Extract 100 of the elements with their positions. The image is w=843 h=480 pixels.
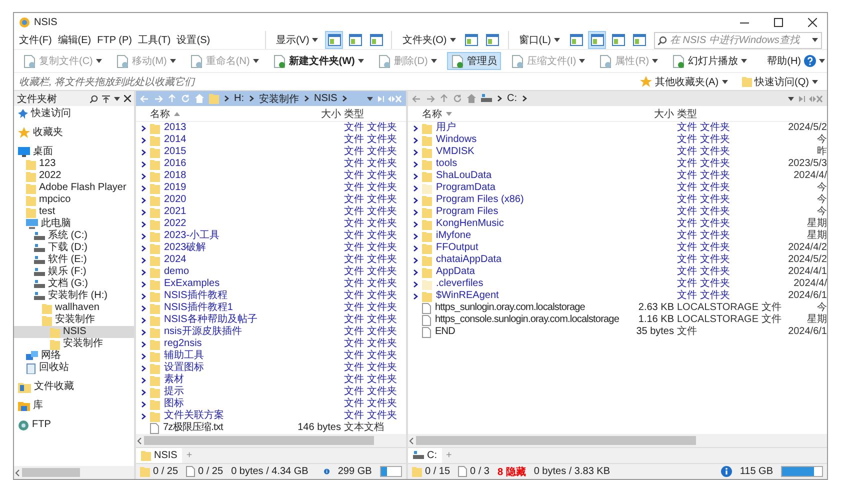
column-header[interactable]: 名称 bbox=[422, 106, 442, 120]
file-name[interactable]: Program Files bbox=[422, 206, 633, 218]
file-name[interactable]: 2015 bbox=[150, 146, 289, 158]
file-name[interactable]: NSIS各种帮助及帖子 bbox=[150, 314, 289, 326]
menu-item[interactable]: 工具(T) bbox=[138, 33, 171, 47]
file-name[interactable]: tools bbox=[422, 158, 633, 170]
tree-item[interactable]: 安装制作 (H:) bbox=[14, 290, 134, 302]
tree-item[interactable]: 安装制作 bbox=[14, 338, 134, 350]
layout-button[interactable] bbox=[630, 31, 648, 49]
tree-item[interactable]: 此电脑 bbox=[14, 218, 134, 230]
file-name[interactable]: 辅助工具 bbox=[150, 350, 289, 362]
tree-item[interactable]: Adobe Flash Player bbox=[14, 182, 134, 194]
tree-item[interactable]: 网络 bbox=[14, 350, 134, 362]
file-name[interactable]: 7z极限压缩.txt bbox=[150, 422, 289, 434]
view-menu[interactable]: 文件夹(O) bbox=[398, 31, 460, 49]
tree-item[interactable]: test bbox=[14, 206, 134, 218]
info-icon[interactable] bbox=[720, 466, 732, 477]
file-name[interactable]: reg2nsis bbox=[150, 338, 289, 350]
layout-button[interactable] bbox=[346, 31, 364, 49]
file-name[interactable]: 素材 bbox=[150, 374, 289, 386]
forward-icon[interactable] bbox=[426, 94, 435, 102]
column-header[interactable]: 大小 bbox=[633, 106, 677, 120]
file-name[interactable]: 2022 bbox=[150, 218, 289, 230]
menu-item[interactable]: 设置(S) bbox=[176, 33, 210, 47]
toolbar-button[interactable]: 幻灯片播放 bbox=[668, 52, 752, 70]
column-header[interactable]: 大小 bbox=[289, 106, 344, 120]
toolbar-button[interactable]: 管理员 bbox=[446, 52, 501, 70]
layout-button[interactable] bbox=[325, 31, 344, 49]
scrollbar-thumb[interactable] bbox=[144, 436, 374, 445]
menu-item[interactable]: 编辑(E) bbox=[58, 33, 92, 47]
file-name[interactable]: KongHenMusic bbox=[422, 218, 633, 230]
column-header[interactable]: 类型 bbox=[677, 106, 783, 120]
file-name[interactable]: https_sunlogin.oray.com.localstorage bbox=[422, 302, 633, 314]
info-icon[interactable] bbox=[324, 466, 330, 477]
file-name[interactable]: NSIS插件教程1 bbox=[150, 302, 289, 314]
scroll-left-icon[interactable] bbox=[408, 436, 416, 444]
tree-item[interactable]: 123 bbox=[14, 158, 134, 170]
back-icon[interactable] bbox=[412, 94, 421, 102]
file-name[interactable]: iMyfone bbox=[422, 230, 633, 242]
file-name[interactable]: Windows bbox=[422, 134, 633, 146]
file-name[interactable]: 2020 bbox=[150, 194, 289, 206]
tree-item[interactable]: 软件 (E:) bbox=[14, 254, 134, 266]
pane-tab[interactable]: NSIS bbox=[136, 448, 182, 463]
breadcrumb-item[interactable]: C: bbox=[507, 93, 517, 104]
tree-item[interactable]: 系统 (C:) bbox=[14, 230, 134, 242]
tree-item[interactable]: FTP bbox=[14, 419, 134, 431]
layout-button[interactable] bbox=[567, 31, 585, 49]
file-name[interactable]: 设置图标 bbox=[150, 362, 289, 374]
file-name[interactable]: FFOutput bbox=[422, 242, 633, 254]
file-name[interactable]: 2013 bbox=[150, 122, 289, 134]
file-name[interactable]: 2019 bbox=[150, 182, 289, 194]
file-name[interactable]: 2021 bbox=[150, 206, 289, 218]
favorites-menu[interactable]: 快速访问(Q) bbox=[738, 72, 822, 90]
tree-item[interactable]: 娱乐 (F:) bbox=[14, 266, 134, 278]
tree-item[interactable]: 收藏夹 bbox=[14, 127, 134, 139]
file-name[interactable]: .cleverfiles bbox=[422, 278, 633, 290]
file-name[interactable]: 2023破解 bbox=[150, 242, 289, 254]
layout-button[interactable] bbox=[367, 31, 386, 49]
tree-item[interactable]: NSIS bbox=[14, 326, 134, 338]
file-name[interactable]: Program Files (x86) bbox=[422, 194, 633, 206]
file-name[interactable]: AppData bbox=[422, 266, 633, 278]
file-name[interactable]: ShaLouData bbox=[422, 170, 633, 182]
file-name[interactable]: 2014 bbox=[150, 134, 289, 146]
scrollbar-thumb[interactable] bbox=[416, 436, 696, 445]
file-name[interactable]: nsis开源皮肤插件 bbox=[150, 326, 289, 338]
help-menu[interactable]: 帮助(H) bbox=[763, 52, 830, 70]
layout-button[interactable] bbox=[462, 31, 481, 49]
layout-button[interactable] bbox=[609, 31, 627, 49]
menu-item[interactable]: 文件(F) bbox=[19, 33, 52, 47]
breadcrumb-item[interactable]: 安装制作 bbox=[259, 92, 299, 106]
favorites-menu[interactable]: 其他收藏夹(A) bbox=[636, 72, 732, 90]
file-name[interactable]: demo bbox=[150, 266, 289, 278]
refresh-icon[interactable] bbox=[453, 94, 462, 103]
view-menu[interactable]: 窗口(L) bbox=[514, 31, 564, 49]
file-name[interactable]: 2024 bbox=[150, 254, 289, 266]
tree-item[interactable]: 下载 (D:) bbox=[14, 242, 134, 254]
tree-item[interactable]: 桌面 bbox=[14, 146, 134, 158]
filter-icon[interactable] bbox=[102, 94, 110, 102]
pane-tab[interactable]: C: bbox=[408, 448, 442, 463]
file-name[interactable]: 提示 bbox=[150, 386, 289, 398]
file-name[interactable]: 2018 bbox=[150, 170, 289, 182]
tree-item[interactable]: 文档 (G:) bbox=[14, 278, 134, 290]
tree-item[interactable]: mpcico bbox=[14, 194, 134, 206]
toolbar-button[interactable]: 新建文件夹(W) bbox=[268, 52, 368, 70]
tree-item[interactable]: 文件收藏 bbox=[14, 381, 134, 393]
tree-item[interactable]: 回收站 bbox=[14, 362, 134, 374]
search-icon[interactable] bbox=[90, 94, 98, 102]
column-header[interactable]: 名称 bbox=[150, 106, 170, 120]
file-name[interactable]: 文件关联方案 bbox=[150, 410, 289, 422]
file-name[interactable]: https_console.sunlogin.oray.com.localstorage bbox=[422, 314, 633, 326]
file-name[interactable]: 2016 bbox=[150, 158, 289, 170]
file-name[interactable]: ExExamples bbox=[150, 278, 289, 290]
file-name[interactable]: $WinREAgent bbox=[422, 290, 633, 302]
tree-item[interactable]: wallhaven bbox=[14, 302, 134, 314]
scrollbar-thumb[interactable] bbox=[22, 468, 80, 477]
tree-item[interactable]: 库 bbox=[14, 400, 134, 412]
view-menu[interactable]: 显示(V) bbox=[272, 31, 322, 49]
close-icon[interactable] bbox=[124, 95, 131, 102]
tree-item[interactable]: 安装制作 bbox=[14, 314, 134, 326]
scroll-left-icon[interactable] bbox=[14, 468, 22, 476]
